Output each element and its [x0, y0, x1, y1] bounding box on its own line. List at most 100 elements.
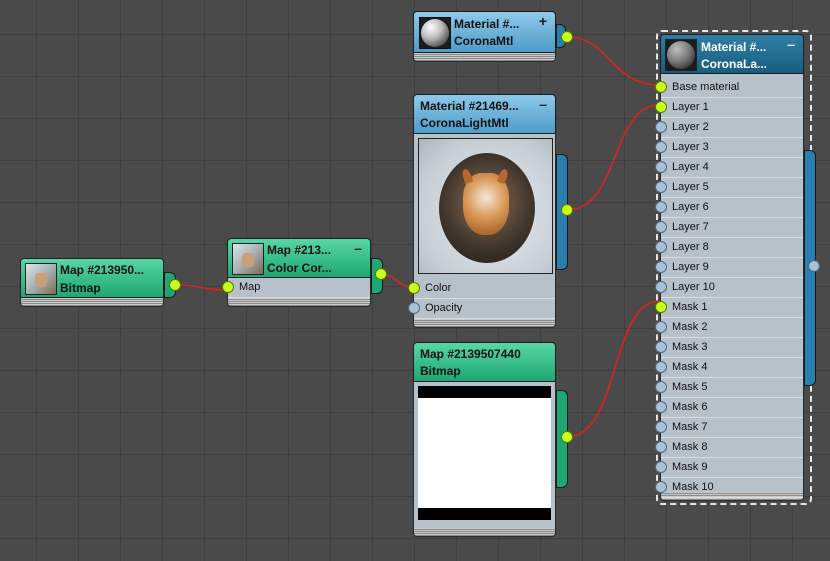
input-socket[interactable]: [408, 302, 420, 314]
node-title: Material #...: [454, 17, 520, 31]
input-socket[interactable]: [655, 341, 667, 353]
slot-layer-6[interactable]: Layer 6: [655, 198, 803, 218]
node-header[interactable]: Material #... CoronaLa... –: [660, 34, 804, 74]
slot-label: Color: [425, 282, 452, 294]
slot-map[interactable]: Map: [222, 278, 370, 298]
bitmap-mask-node[interactable]: Map #2139507440 Bitmap: [413, 342, 556, 537]
collapse-toggle[interactable]: –: [539, 97, 547, 111]
node-footer: [413, 319, 556, 328]
node-header[interactable]: Material #... CoronaMtl +: [413, 11, 556, 53]
collapse-toggle[interactable]: –: [787, 37, 795, 51]
slot-mask-9[interactable]: Mask 9: [655, 458, 803, 478]
input-socket[interactable]: [655, 321, 667, 333]
slot-base-material[interactable]: Base material: [655, 78, 803, 98]
input-socket[interactable]: [655, 401, 667, 413]
node-subtitle: Bitmap: [60, 281, 101, 295]
input-socket[interactable]: [655, 421, 667, 433]
input-socket[interactable]: [655, 361, 667, 373]
input-socket[interactable]: [655, 81, 667, 93]
input-socket[interactable]: [655, 201, 667, 213]
node-title: Map #213...: [267, 243, 332, 257]
slot-label: Layer 2: [672, 121, 709, 133]
node-footer: [413, 528, 556, 537]
node-header[interactable]: Map #2139507440 Bitmap: [413, 342, 556, 382]
material-coronamtl-node[interactable]: Material #... CoronaMtl +: [413, 11, 556, 62]
slot-mask-5[interactable]: Mask 5: [655, 378, 803, 398]
input-socket[interactable]: [222, 281, 234, 293]
slot-label: Layer 6: [672, 201, 709, 213]
input-socket[interactable]: [408, 282, 420, 294]
input-socket[interactable]: [655, 141, 667, 153]
slot-label: Mask 6: [672, 401, 708, 413]
input-socket[interactable]: [655, 441, 667, 453]
output-socket[interactable]: [808, 260, 820, 272]
slot-label: Mask 2: [672, 321, 708, 333]
preview-panel: [413, 134, 556, 279]
slot-label: Layer 8: [672, 241, 709, 253]
preview-panel: [413, 382, 556, 528]
slot-mask-1[interactable]: Mask 1: [655, 298, 803, 318]
node-header[interactable]: Map #213950... Bitmap: [20, 258, 164, 298]
slot-mask-10[interactable]: Mask 10: [655, 478, 803, 498]
node-footer: [20, 298, 164, 307]
color-correction-node[interactable]: Map #213... Color Cor... – Map: [222, 238, 371, 307]
output-socket[interactable]: [561, 431, 573, 443]
slot-mask-6[interactable]: Mask 6: [655, 398, 803, 418]
slot-label: Mask 7: [672, 421, 708, 433]
input-socket[interactable]: [655, 461, 667, 473]
input-socket[interactable]: [655, 381, 667, 393]
slot-label: Layer 4: [672, 161, 709, 173]
wire-corona-to-base: [566, 36, 661, 86]
wire-mask-to-mask1: [566, 300, 661, 438]
slot-layer-10[interactable]: Layer 10: [655, 278, 803, 298]
slot-label: Mask 8: [672, 441, 708, 453]
bitmap-thumbnail-icon: [232, 243, 264, 275]
slot-mask-8[interactable]: Mask 8: [655, 438, 803, 458]
collapse-toggle[interactable]: –: [354, 241, 362, 255]
slot-layer-1[interactable]: Layer 1: [655, 98, 803, 118]
input-socket[interactable]: [655, 281, 667, 293]
input-socket[interactable]: [655, 301, 667, 313]
input-socket[interactable]: [655, 181, 667, 193]
expand-toggle[interactable]: +: [539, 14, 547, 28]
slot-label: Mask 9: [672, 461, 708, 473]
node-subtitle: Color Cor...: [267, 261, 332, 275]
slot-layer-4[interactable]: Layer 4: [655, 158, 803, 178]
output-socket[interactable]: [561, 31, 573, 43]
slot-mask-2[interactable]: Mask 2: [655, 318, 803, 338]
output-socket[interactable]: [561, 204, 573, 216]
slot-mask-3[interactable]: Mask 3: [655, 338, 803, 358]
input-socket[interactable]: [655, 481, 667, 493]
input-socket[interactable]: [655, 161, 667, 173]
input-socket[interactable]: [655, 121, 667, 133]
corona-layered-node[interactable]: Material #... CoronaLa... – Base materia…: [655, 34, 804, 501]
output-socket[interactable]: [375, 268, 387, 280]
node-subtitle: CoronaMtl: [454, 34, 514, 48]
slot-layer-9[interactable]: Layer 9: [655, 258, 803, 278]
bitmap-left-node[interactable]: Map #213950... Bitmap: [20, 258, 164, 307]
sphere-preview-icon: [419, 17, 451, 49]
slot-opacity[interactable]: Opacity: [408, 299, 555, 319]
node-header[interactable]: Map #213... Color Cor... –: [227, 238, 371, 278]
slot-layer-8[interactable]: Layer 8: [655, 238, 803, 258]
slot-layer-5[interactable]: Layer 5: [655, 178, 803, 198]
slot-label: Layer 10: [672, 281, 715, 293]
slot-layer-2[interactable]: Layer 2: [655, 118, 803, 138]
input-socket[interactable]: [655, 261, 667, 273]
material-coronalightmtl-node[interactable]: Material #21469... CoronaLightMtl – Colo…: [408, 94, 556, 328]
slot-mask-4[interactable]: Mask 4: [655, 358, 803, 378]
input-socket[interactable]: [655, 241, 667, 253]
slot-color[interactable]: Color: [408, 279, 555, 299]
input-socket[interactable]: [655, 221, 667, 233]
slot-layer-7[interactable]: Layer 7: [655, 218, 803, 238]
bitmap-thumbnail-icon: [25, 263, 57, 295]
slot-mask-7[interactable]: Mask 7: [655, 418, 803, 438]
node-header[interactable]: Material #21469... CoronaLightMtl –: [413, 94, 556, 134]
input-socket[interactable]: [655, 101, 667, 113]
slot-label: Map: [239, 281, 261, 293]
slot-layer-3[interactable]: Layer 3: [655, 138, 803, 158]
slot-list: Color Opacity: [408, 279, 556, 319]
wire-bitmap-to-cc: [174, 284, 227, 291]
output-socket[interactable]: [169, 279, 181, 291]
slot-label: Base material: [672, 81, 740, 93]
